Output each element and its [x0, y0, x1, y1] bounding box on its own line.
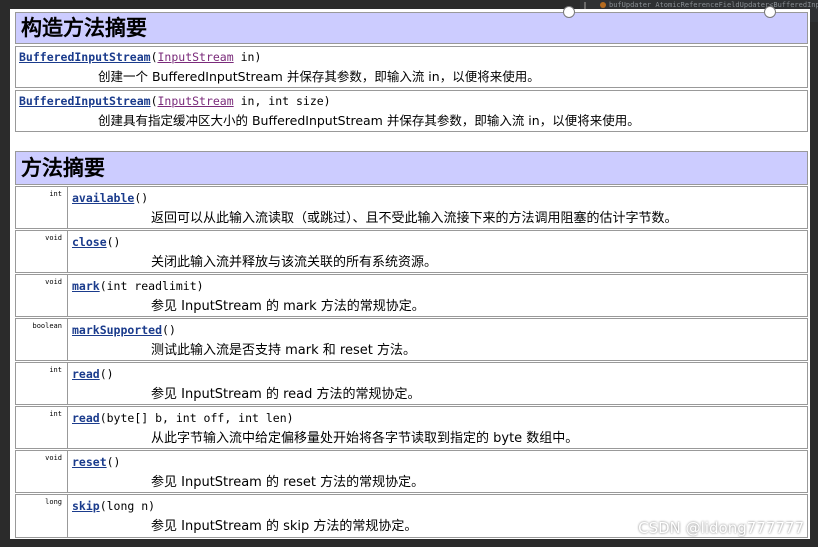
constructor-signature: BufferedInputStream(InputStream in)	[19, 50, 261, 64]
method-signature: close()	[72, 235, 120, 249]
return-type: int	[16, 363, 68, 404]
method-params: (byte[] b, int off, int len)	[99, 411, 294, 425]
method-description: 参见 InputStream 的 skip 方法的常规协定。	[151, 519, 418, 534]
inputstream-type-link[interactable]: InputStream	[158, 94, 234, 108]
paren: (	[150, 94, 158, 108]
return-type: void	[16, 231, 68, 272]
method-description: 从此字节输入流中给定偏移量处开始将各字节读取到指定的 byte 数组中。	[151, 431, 579, 446]
inputstream-type-link[interactable]: InputStream	[158, 50, 234, 64]
method-description: 关闭此输入流并释放与该流关联的所有系统资源。	[151, 255, 438, 270]
return-type: void	[16, 451, 68, 492]
paren: (	[150, 50, 158, 64]
method-link[interactable]: skip	[72, 499, 100, 513]
return-type: void	[16, 275, 68, 316]
method-params: ()	[106, 235, 121, 249]
method-link[interactable]: markSupported	[72, 323, 162, 337]
method-summary-header: 方法摘要	[15, 151, 808, 185]
method-link[interactable]: read	[72, 367, 100, 381]
method-link[interactable]: close	[72, 235, 107, 249]
constructor-description: 创建一个 BufferedInputStream 并保存其参数，即输入流 in，…	[98, 69, 540, 84]
method-row: int available() 返回可以从此输入流读取（或跳过）、且不受此输入流…	[15, 186, 808, 229]
method-description: 参见 InputStream 的 mark 方法的常规协定。	[151, 299, 425, 314]
constructor-params: in)	[233, 50, 262, 64]
field-icon	[600, 2, 606, 8]
method-signature: mark(int readlimit)	[72, 279, 204, 293]
method-link[interactable]: reset	[72, 455, 107, 469]
method-description: 参见 InputStream 的 read 方法的常规协定。	[151, 387, 421, 402]
constructor-description: 创建具有指定缓冲区大小的 BufferedInputStream 并保存其参数，…	[98, 113, 640, 128]
method-link[interactable]: read	[72, 411, 100, 425]
method-description: 测试此输入流是否支持 mark 和 reset 方法。	[151, 343, 416, 358]
constructor-row: BufferedInputStream(InputStream in, int …	[15, 90, 808, 132]
return-type: int	[16, 187, 68, 228]
return-type: boolean	[16, 319, 68, 360]
method-row: int read() 参见 InputStream 的 read 方法的常规协定…	[15, 362, 808, 405]
ide-line-1: bufUpdater AtomicReferenceFieldUpdater<B…	[600, 1, 818, 9]
method-row: void mark(int readlimit) 参见 InputStream …	[15, 274, 808, 317]
javadoc-page: 构造方法摘要 BufferedInputStream(InputStream i…	[10, 6, 810, 539]
method-params: ()	[99, 367, 114, 381]
method-row: void close() 关闭此输入流并释放与该流关联的所有系统资源。	[15, 230, 808, 273]
method-params: (long n)	[99, 499, 156, 513]
method-params: ()	[162, 323, 176, 337]
constructor-summary-header: 构造方法摘要	[15, 12, 808, 44]
method-signature: read(byte[] b, int off, int len)	[72, 411, 294, 425]
constructor-link[interactable]: BufferedInputStream	[19, 50, 151, 64]
method-signature: skip(long n)	[72, 499, 155, 513]
constructor-signature: BufferedInputStream(InputStream in, int …	[19, 94, 331, 108]
method-signature: reset()	[72, 455, 120, 469]
method-signature: markSupported()	[72, 323, 176, 337]
method-signature: available()	[72, 191, 148, 205]
method-params: ()	[134, 191, 149, 205]
ide-line-1-text: bufUpdater AtomicReferenceFieldUpdater<B…	[609, 1, 818, 9]
constructor-params: in, int size)	[233, 94, 331, 108]
method-link[interactable]: available	[72, 191, 134, 205]
method-link[interactable]: mark	[72, 279, 100, 293]
method-description: 参见 InputStream 的 reset 方法的常规协定。	[151, 475, 425, 490]
return-type: long	[16, 495, 68, 537]
constructor-row: BufferedInputStream(InputStream in) 创建一个…	[15, 46, 808, 88]
method-signature: read()	[72, 367, 114, 381]
method-row: boolean markSupported() 测试此输入流是否支持 mark …	[15, 318, 808, 361]
method-params: ()	[106, 455, 121, 469]
constructor-link[interactable]: BufferedInputStream	[19, 94, 151, 108]
return-type: int	[16, 407, 68, 448]
csdn-watermark: CSDN @lidong777777	[638, 519, 804, 537]
selection-handle-right[interactable]	[764, 6, 776, 18]
selection-handle-left[interactable]	[563, 6, 575, 18]
method-row: int read(byte[] b, int off, int len) 从此字…	[15, 406, 808, 449]
method-row: void reset() 参见 InputStream 的 reset 方法的常…	[15, 450, 808, 493]
method-params: (int readlimit)	[99, 279, 204, 293]
method-description: 返回可以从此输入流读取（或跳过）、且不受此输入流接下来的方法调用阻塞的估计字节数…	[151, 211, 678, 226]
